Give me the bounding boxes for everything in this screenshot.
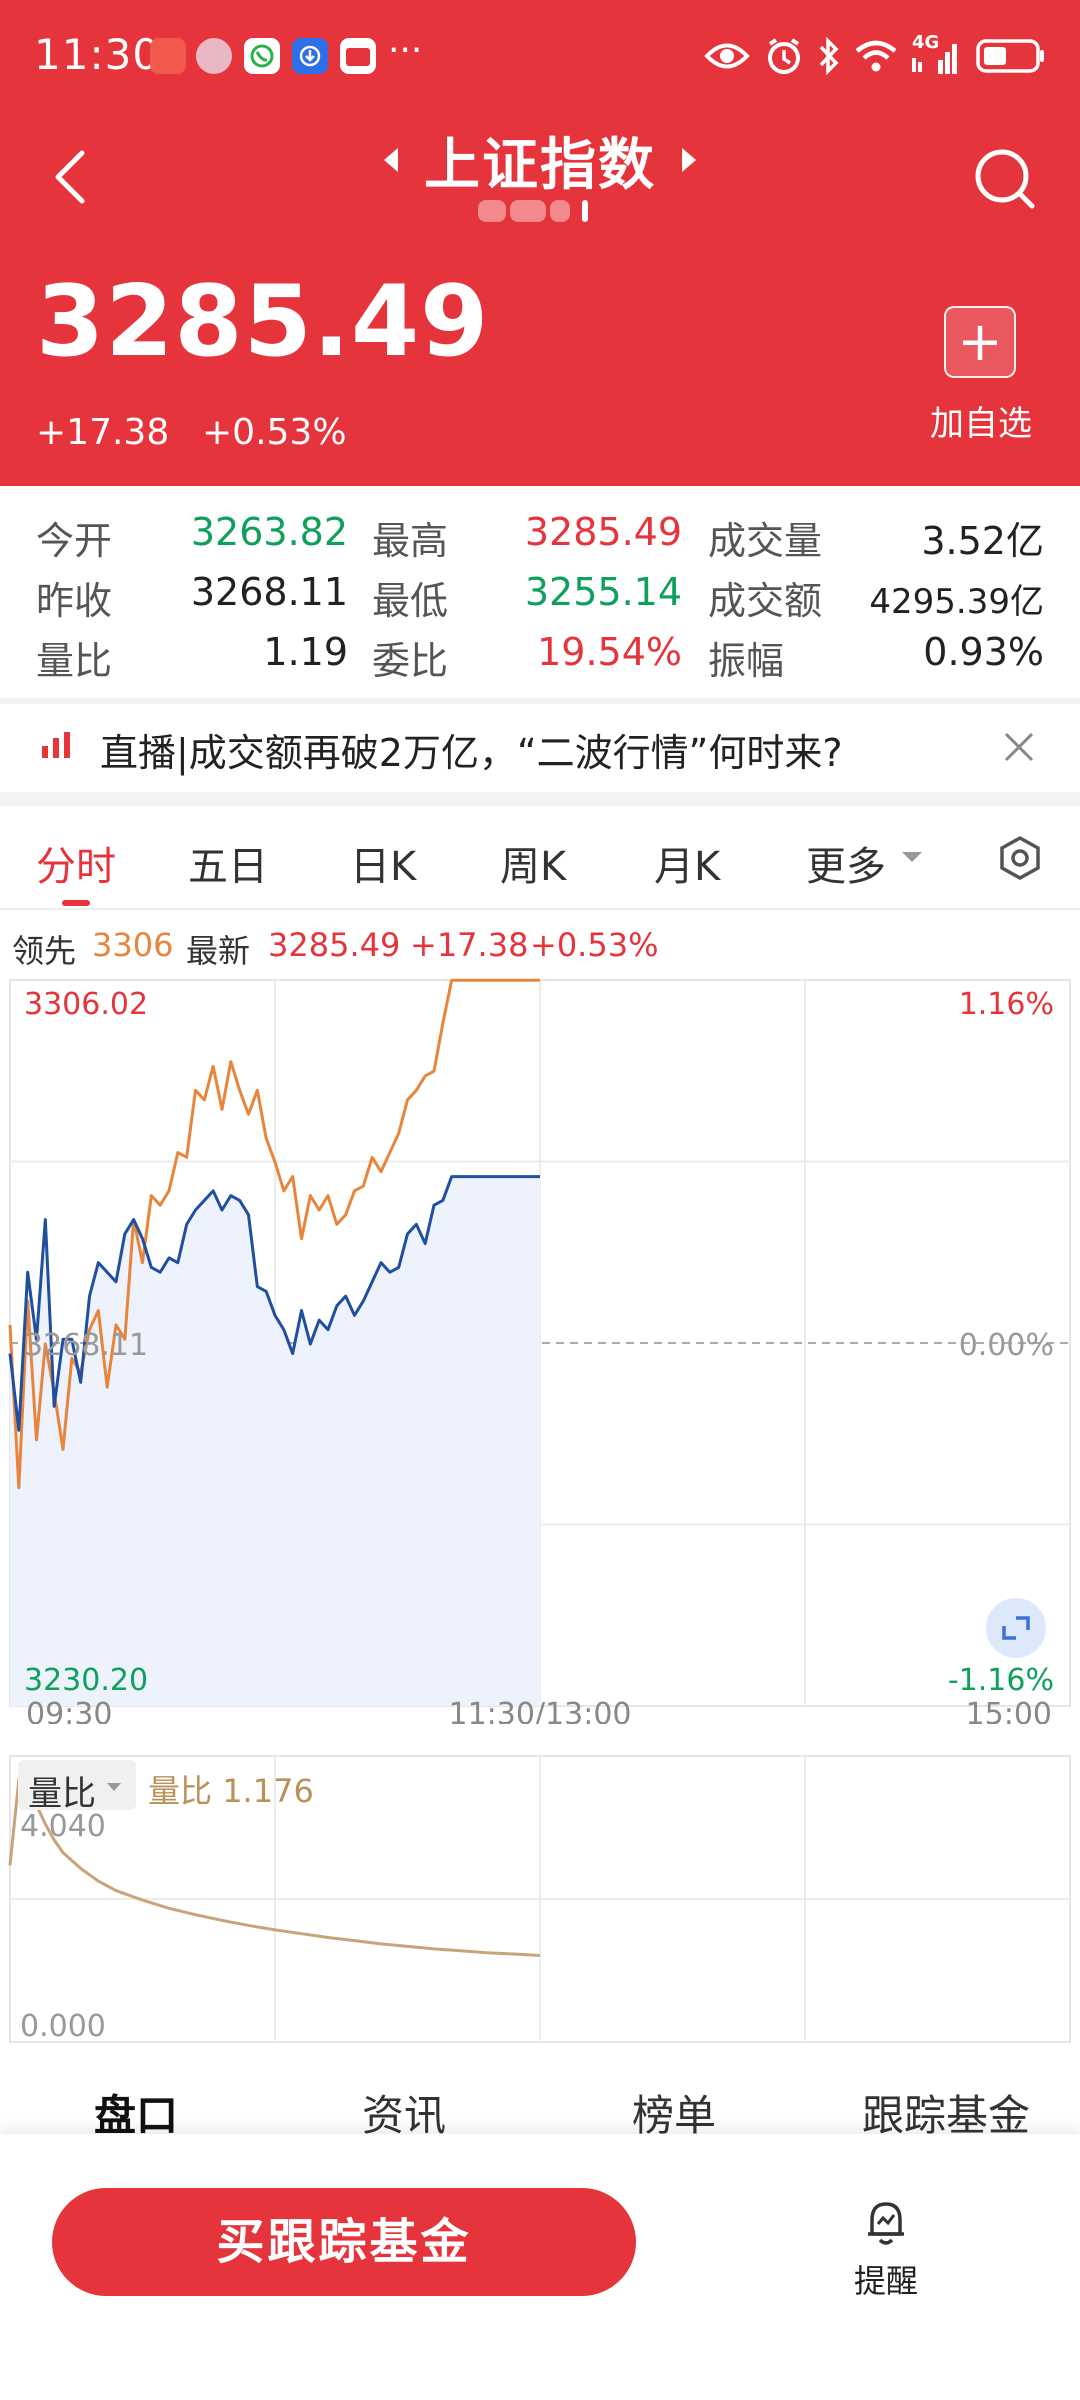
news-headline[interactable]: 直播|成交额再破2万亿，“二波行情”何时来? (100, 722, 843, 777)
battery-icon (976, 39, 1046, 73)
shop-app-icon (340, 38, 376, 74)
caret-down-icon[interactable] (900, 850, 924, 864)
detail-tabs: 盘口 资讯 榜单 跟踪基金 (0, 2046, 1080, 2140)
caret-down-icon (107, 1783, 121, 1791)
alert-bell-icon[interactable] (862, 2198, 910, 2248)
quote-value: 3285.49 (524, 510, 682, 554)
indicator-selector[interactable]: 量比 (18, 1760, 136, 1814)
plus-icon: + (957, 310, 1003, 373)
expand-icon-bg (986, 1598, 1046, 1658)
expand-chart-icon[interactable] (986, 1598, 1046, 1658)
quote-label: 最低 (372, 579, 449, 623)
x-tick-label: 09:30 (26, 1697, 112, 1724)
quote-label: 成交额 (708, 579, 823, 623)
add-watchlist-button[interactable]: + (944, 306, 1016, 378)
price-change: +17.38 (36, 412, 170, 453)
intraday-chart[interactable]: 3306.02 3268.11 3230.20 1.16% 0.00% -1.16% 09:… (0, 978, 1080, 1724)
quote-value: 0.93% (923, 630, 1044, 674)
eye-icon (704, 41, 750, 71)
tab-more[interactable]: 更多 (806, 834, 886, 892)
alarm-icon (764, 36, 804, 76)
system-status-icons: 4G (704, 32, 1046, 78)
search-icon (975, 149, 1035, 209)
tab-intraday[interactable]: 分时 (36, 834, 116, 892)
active-tab-indicator (62, 900, 90, 906)
next-index-icon[interactable] (680, 146, 698, 174)
tab-weekly-k[interactable]: 周K (500, 834, 566, 892)
quote-label: 最高 (372, 519, 449, 563)
quote-label: 昨收 (36, 579, 113, 623)
quote-value: 1.19 (263, 630, 348, 674)
quote-label: 今开 (36, 519, 113, 563)
y-pct-tick-label: -1.16% (948, 1663, 1054, 1698)
wifi-icon (854, 39, 898, 73)
signal-4g-icon: 4G (912, 32, 962, 76)
volume-ratio-label: 量比 (148, 1772, 213, 1810)
current-price: 3285.49 (36, 265, 490, 379)
avatar-app-icon (196, 38, 232, 74)
y-tick-label: 3268.11 (24, 1328, 148, 1363)
search-button[interactable] (970, 144, 1040, 214)
alert-label[interactable]: 提醒 (838, 2256, 934, 2302)
latest-value: 3285.49 (268, 926, 401, 964)
quote-value: 3255.14 (524, 570, 682, 614)
quote-label: 量比 (36, 639, 113, 683)
latest-change-percent: +0.53% (530, 926, 659, 964)
status-bar: 11:30 ··· 4G (0, 0, 1080, 118)
y-tick-label: 3230.20 (24, 1663, 148, 1698)
x-tick-label: 11:30/13:00 (448, 1697, 631, 1724)
quote-label: 委比 (372, 639, 449, 683)
latest-label: 最新 (186, 932, 251, 970)
blurred-subtitle (470, 196, 610, 226)
tab-monthly-k[interactable]: 月K (654, 834, 720, 892)
quote-summary: 今开 3263.82 最高 3285.49 成交量 3.52亿昨收 3268.11 最低 325… (0, 486, 1080, 698)
page-title: 上证指数 (424, 132, 656, 198)
quote-label: 成交量 (708, 519, 823, 563)
y-pct-tick-label: 1.16% (959, 987, 1054, 1022)
y-tick-label: 3306.02 (24, 987, 148, 1022)
volume-ratio-value: 1.176 (222, 1772, 314, 1810)
divider (0, 792, 1080, 806)
quote-value: 3.52亿 (921, 519, 1044, 563)
chart-legend: 领先 3306 最新 3285.49 +17.38 +0.53% (0, 918, 1080, 974)
quote-value: 19.54% (537, 630, 682, 674)
huawei-app-icon (150, 38, 186, 74)
volume-ratio-readout: 量比 1.176 (148, 1766, 314, 1812)
latest-change: +17.38 (410, 926, 529, 964)
lead-label: 领先 (12, 932, 77, 970)
quote-value: 3263.82 (190, 510, 348, 554)
more-notifications-icon: ··· (388, 30, 423, 71)
live-bars-icon (42, 732, 70, 758)
quote-value: 3268.11 (190, 570, 348, 614)
phone-app-icon (244, 38, 280, 74)
bluetooth-icon (818, 37, 840, 75)
x-tick-label: 15:00 (966, 1697, 1052, 1724)
tab-daily-k[interactable]: 日K (350, 834, 416, 892)
lead-value: 3306 (92, 926, 174, 964)
back-button[interactable] (40, 140, 100, 214)
buy-tracking-fund-button[interactable]: 买跟踪基金 (52, 2188, 636, 2296)
news-banner[interactable]: 直播|成交额再破2万亿，“二波行情”何时来? (0, 704, 1080, 792)
settings-hexagon-icon[interactable] (996, 834, 1044, 882)
quote-value: 4295.39亿 (869, 582, 1044, 622)
chevron-left-icon (55, 150, 85, 204)
download-app-icon (292, 38, 328, 74)
price-change-percent: +0.53% (202, 412, 347, 453)
title-switcher: 上证指数 (340, 118, 740, 202)
status-time: 11:30 (34, 30, 161, 79)
previous-index-icon[interactable] (382, 146, 400, 174)
quote-header: 11:30 ··· 4G 上证指数 3285.49 +17.38 +0.53% … (0, 0, 1080, 486)
quote-label: 振幅 (708, 639, 785, 683)
period-tabs: 分时 五日 日K 周K 月K 更多 (0, 806, 1080, 910)
add-watchlist-label[interactable]: 加自选 (926, 396, 1036, 445)
action-bar: 买跟踪基金 提醒 (0, 2134, 1080, 2400)
tab-five-day[interactable]: 五日 (188, 834, 268, 892)
indicator-selector-label: 量比 (28, 1774, 96, 1814)
vol-y-tick-label: 0.000 (20, 2009, 106, 2044)
y-pct-tick-label: 0.00% (959, 1328, 1054, 1363)
close-icon[interactable] (1002, 730, 1036, 764)
